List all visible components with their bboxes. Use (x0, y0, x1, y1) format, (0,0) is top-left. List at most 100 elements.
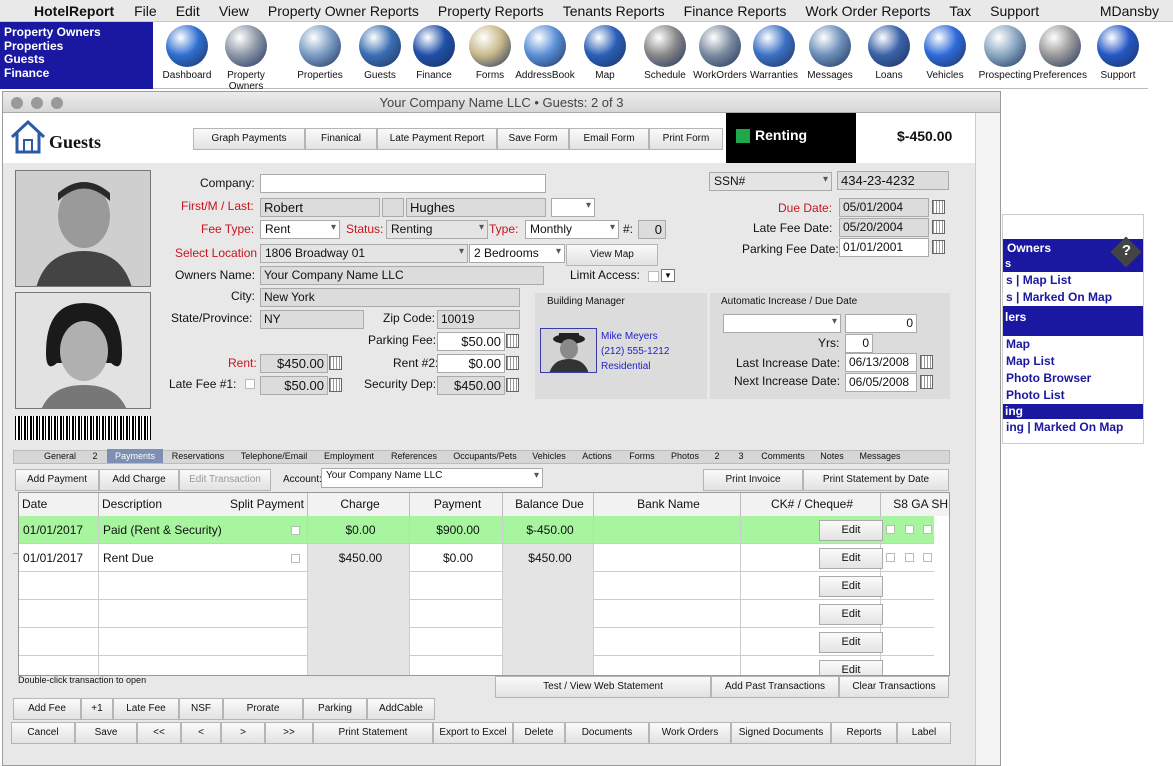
limit-access-dropdown-icon[interactable]: ▼ (661, 269, 675, 282)
limit-access-checkbox[interactable] (648, 271, 659, 282)
tab-comments[interactable]: Comments (755, 449, 811, 463)
toolbar-properties-button[interactable]: Properties (290, 25, 350, 81)
increase-value-field[interactable]: 0 (845, 314, 917, 333)
bedrooms-select[interactable]: 2 Bedrooms (469, 244, 565, 263)
toolbar-vehicles-button[interactable]: Vehicles (915, 25, 975, 81)
edit-row-button[interactable]: Edit (819, 576, 883, 597)
column-header-charge[interactable]: Charge (308, 493, 410, 516)
city-field[interactable]: New York (260, 288, 520, 307)
security-dep-field[interactable]: $450.00 (437, 376, 505, 395)
number-field[interactable]: 0 (638, 220, 666, 239)
print-statement-button[interactable]: Print Statement (313, 722, 433, 744)
email-form-button[interactable]: Email Form (569, 128, 649, 150)
minimize-button[interactable] (31, 97, 43, 109)
table-row[interactable]: 01/01/2017 Rent Due $450.00 $0.00 $450.00 Edi… (19, 544, 934, 572)
documents-button[interactable]: Documents (565, 722, 649, 744)
nsf-button[interactable]: NSF (179, 698, 223, 720)
tab-employment[interactable]: Employment (317, 449, 381, 463)
prorate-button[interactable]: Prorate (223, 698, 303, 720)
menu-file[interactable]: File (134, 3, 157, 19)
next-increase-field[interactable]: 06/05/2008 (845, 373, 917, 392)
table-row[interactable]: Edit (19, 600, 934, 628)
manager-phone-link[interactable]: (212) 555-1212 (601, 346, 669, 357)
signed-documents-button[interactable]: Signed Documents (731, 722, 831, 744)
column-header-balance-due[interactable]: Balance Due (503, 493, 594, 516)
last-record-button[interactable]: >> (265, 722, 313, 744)
calendar-icon[interactable] (932, 220, 945, 234)
program-checkbox[interactable] (886, 525, 895, 534)
cancel-button[interactable]: Cancel (11, 722, 75, 744)
calendar-icon[interactable] (920, 355, 933, 369)
due-date-field[interactable]: 05/01/2004 (839, 198, 929, 217)
toolbar-finance-button[interactable]: Finance (404, 25, 464, 81)
calendar-icon[interactable] (920, 375, 933, 389)
menu-finance-reports[interactable]: Finance Reports (684, 3, 787, 19)
ssn-field[interactable]: 434-23-4232 (837, 171, 949, 190)
menu-view[interactable]: View (219, 3, 249, 19)
column-header-date[interactable]: Date (19, 493, 99, 516)
toolbar-map-button[interactable]: Map (575, 25, 635, 81)
export-to-excel-button[interactable]: Export to Excel (433, 722, 513, 744)
panel-link-marked-on-map-2[interactable]: ing | Marked On Map (1003, 419, 1143, 436)
column-header-payment[interactable]: Payment (410, 493, 503, 516)
calculator-icon[interactable] (506, 334, 519, 348)
late-fee1-checkbox[interactable] (245, 379, 255, 389)
program-checkbox[interactable] (886, 553, 895, 562)
toolbar-workorders-button[interactable]: WorkOrders (690, 25, 750, 81)
calculator-icon[interactable] (329, 378, 342, 392)
tab-actions[interactable]: Actions (575, 449, 619, 463)
column-header-s8-ga-sh[interactable]: S8 GA SH (881, 493, 949, 516)
next-record-button[interactable]: > (221, 722, 265, 744)
calculator-icon[interactable] (506, 378, 519, 392)
app-menu[interactable]: HotelReport (34, 3, 114, 19)
tab-messages[interactable]: Messages (853, 449, 907, 463)
panel-link-map-list[interactable]: s | Map List (1003, 272, 1143, 289)
menu-edit[interactable]: Edit (176, 3, 200, 19)
test-web-statement-button[interactable]: Test / View Web Statement (495, 676, 711, 698)
panel-link-marked-on-map[interactable]: s | Marked On Map (1003, 289, 1143, 306)
print-statement-by-date-button[interactable]: Print Statement by Date (803, 469, 949, 491)
delete-button[interactable]: Delete (513, 722, 565, 744)
parking-button[interactable]: Parking (303, 698, 367, 720)
edit-row-button[interactable]: Edit (819, 660, 883, 675)
parking-fee-date-field[interactable]: 01/01/2001 (839, 238, 929, 257)
toolbar-support-button[interactable]: Support (1088, 25, 1148, 81)
user-menu[interactable]: MDansby (1100, 3, 1159, 19)
edit-transaction-button[interactable]: Edit Transaction (179, 469, 271, 491)
table-row[interactable]: Edit (19, 628, 934, 656)
table-row[interactable]: Edit (19, 572, 934, 600)
tab-photos-2[interactable]: 2 (709, 449, 725, 463)
status-select[interactable]: Renting (386, 220, 488, 239)
toolbar-guests-button[interactable]: Guests (350, 25, 410, 81)
menu-property-owner-reports[interactable]: Property Owner Reports (268, 3, 419, 19)
menu-work-order-reports[interactable]: Work Order Reports (805, 3, 930, 19)
toolbar-schedule-button[interactable]: Schedule (635, 25, 695, 81)
zip-field[interactable]: 10019 (437, 310, 520, 329)
edit-row-button[interactable]: Edit (819, 548, 883, 569)
program-checkbox[interactable] (923, 553, 932, 562)
menu-tax[interactable]: Tax (949, 3, 971, 19)
add-past-transactions-button[interactable]: Add Past Transactions (711, 676, 839, 698)
guest-photo-female[interactable] (15, 292, 151, 409)
toolbar-addressbook-button[interactable]: AddressBook (515, 25, 575, 81)
state-field[interactable]: NY (260, 310, 364, 329)
reports-button[interactable]: Reports (831, 722, 897, 744)
toolbar-preferences-button[interactable]: Preferences (1030, 25, 1090, 81)
years-field[interactable]: 0 (845, 334, 873, 353)
calculator-icon[interactable] (329, 356, 342, 370)
owners-name-field[interactable]: Your Company Name LLC (260, 266, 544, 285)
zoom-button[interactable] (51, 97, 63, 109)
label-button[interactable]: Label (897, 722, 951, 744)
parking-fee-field[interactable]: $50.00 (437, 332, 505, 351)
save-form-button[interactable]: Save Form (497, 128, 569, 150)
last-name-field[interactable]: Hughes (406, 198, 546, 217)
print-invoice-button[interactable]: Print Invoice (703, 469, 803, 491)
quicklink-guests[interactable]: Guests (4, 52, 149, 67)
menu-property-reports[interactable]: Property Reports (438, 3, 544, 19)
toolbar-messages-button[interactable]: Messages (800, 25, 860, 81)
close-button[interactable] (11, 97, 23, 109)
program-checkbox[interactable] (905, 525, 914, 534)
late-fee-button[interactable]: Late Fee (113, 698, 179, 720)
company-field[interactable] (260, 174, 546, 193)
late-fee-date-field[interactable]: 05/20/2004 (839, 218, 929, 237)
